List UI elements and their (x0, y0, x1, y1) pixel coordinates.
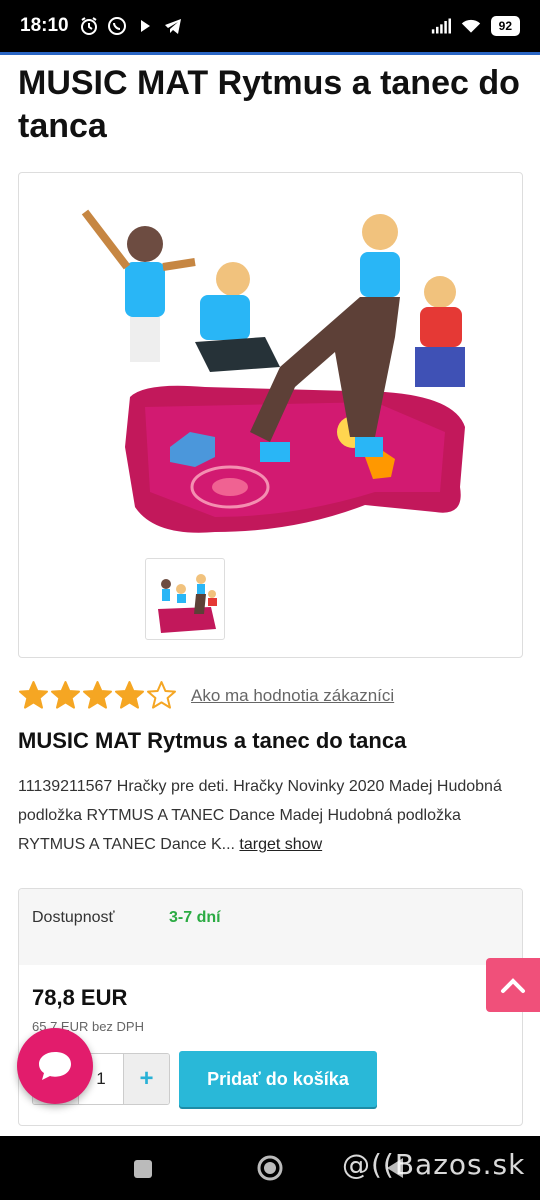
chat-icon (39, 1052, 71, 1080)
status-bar: 18:10 92 (0, 0, 540, 52)
scroll-to-top-button[interactable] (486, 958, 540, 1012)
star-filled-icon (19, 681, 48, 709)
star-empty-icon (147, 681, 176, 709)
status-time: 18:10 (20, 15, 69, 36)
availability-row: Dostupnosť 3-7 dní (19, 889, 522, 965)
chevron-up-icon (501, 978, 525, 993)
product-description: 11139211567 Hračky pre deti. Hračky Novi… (18, 772, 518, 859)
home-button[interactable] (256, 1154, 284, 1182)
customer-reviews-link[interactable]: Ako ma hodnotia zákazníci (191, 686, 394, 706)
product-name: MUSIC MAT Rytmus a tanec do tanca (18, 728, 407, 753)
watermark: @((Bazos.sk (342, 1148, 526, 1181)
buy-box: Dostupnosť 3-7 dní 78,8 EUR 65,7 EUR bez… (18, 888, 523, 1126)
telegram-icon (163, 16, 183, 36)
star-filled-icon (51, 681, 80, 709)
chat-button[interactable] (17, 1028, 93, 1104)
show-more-link[interactable]: target show (239, 836, 322, 853)
star-filled-icon (115, 681, 144, 709)
alarm-icon (79, 16, 99, 36)
star-filled-icon (83, 681, 112, 709)
status-icons-right: 92 (431, 16, 520, 36)
quantity-increase-button[interactable]: + (124, 1054, 169, 1104)
signal-icon (431, 16, 451, 36)
product-gallery (18, 172, 523, 658)
price: 78,8 EUR (32, 985, 128, 1010)
square-icon (134, 1160, 152, 1178)
product-rating: Ako ma hodnotia zákazníci (18, 680, 394, 711)
availability-value: 3-7 dní (169, 909, 221, 926)
recent-apps-button[interactable] (132, 1158, 154, 1180)
product-main-image[interactable] (35, 187, 505, 552)
battery-icon: 92 (490, 16, 520, 36)
page-title: MUSIC MAT Rytmus a tanec do tanca (18, 64, 520, 145)
rating-stars (18, 680, 177, 711)
add-to-cart-button[interactable]: Pridať do košíka (179, 1051, 377, 1107)
product-thumbnail[interactable] (145, 558, 225, 640)
wifi-icon (461, 16, 481, 36)
availability-label: Dostupnosť (32, 909, 115, 926)
play-icon (135, 16, 155, 36)
header-accent-line (0, 52, 540, 55)
circle-icon (257, 1155, 283, 1181)
whatsapp-icon (107, 16, 127, 36)
status-icons-left (79, 16, 183, 36)
